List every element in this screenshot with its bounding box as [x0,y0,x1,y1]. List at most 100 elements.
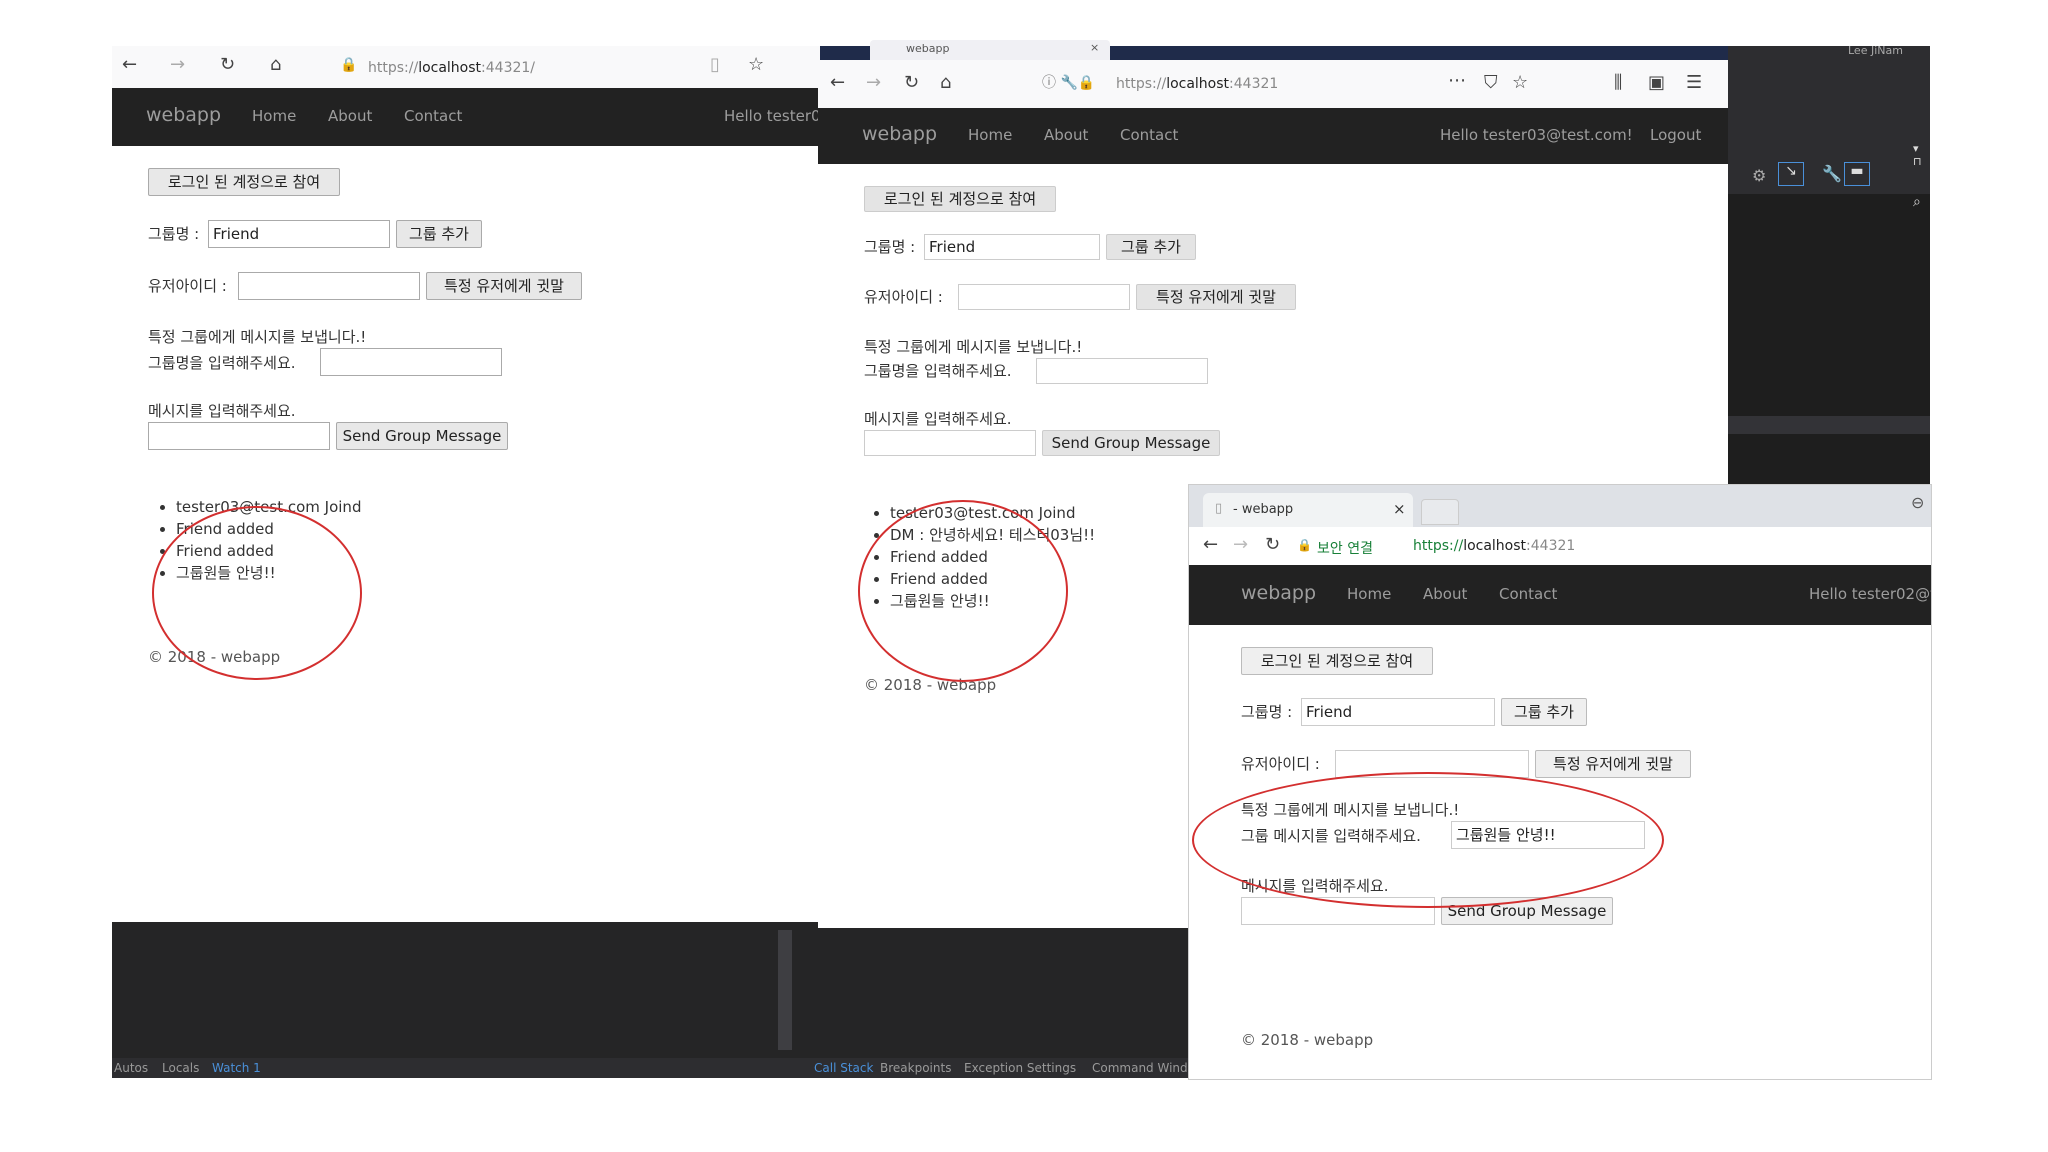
nav-contact[interactable]: Contact [404,107,462,125]
ide-tab-exception-settings[interactable]: Exception Settings [964,1061,1076,1075]
nav-contact[interactable]: Contact [1120,126,1178,144]
target-group-input[interactable]: 그룹원들 안녕!! [1451,821,1645,849]
nav-about[interactable]: About [1044,126,1088,144]
address-bar[interactable]: https://localhost:44321 [1116,76,1278,92]
bookmark-star-icon[interactable]: ☆ [1512,74,1528,92]
refresh-icon[interactable]: ↻ [220,56,235,74]
target-group-input[interactable] [320,348,502,376]
send-group-message-button[interactable]: Send Group Message [1441,897,1613,925]
site-info-icon[interactable]: ⓘ 🔧🔒 [1042,76,1095,90]
browser-tab[interactable]: webapp × [870,40,1110,60]
forward-icon[interactable]: → [1233,536,1248,554]
group-message-input[interactable] [1241,897,1435,925]
sidebar-icon[interactable]: ▣ [1648,74,1665,92]
message-prompt: 메시지를 입력해주세요. [148,402,296,420]
ide-tab-command-window[interactable]: Command Wind [1092,1061,1188,1075]
pin-icon[interactable]: ▾ ⊓ [1913,142,1930,168]
back-icon[interactable]: ← [1203,536,1218,554]
reading-view-icon[interactable]: ▯ [710,56,720,74]
search-icon[interactable]: ⌕ [1913,194,1921,210]
ide-tab-breakpoints[interactable]: Breakpoints [880,1061,951,1075]
whisper-button[interactable]: 특정 유저에게 귓말 [1136,284,1296,310]
group-name-prompt: 그룹명을 입력해주세요. [148,354,296,372]
list-item: DM : 안녕하세요! 테스터03님!! [890,524,1095,546]
target-group-input[interactable] [1036,358,1208,384]
browser-tab[interactable]: ▯ - webapp × [1203,493,1413,527]
ide-scrollbar[interactable] [778,930,792,1050]
ide-minus-icon[interactable]: ▬ [1844,162,1870,186]
send-group-message-button[interactable]: Send Group Message [1042,430,1220,456]
group-name-prompt: 그룹명을 입력해주세요. [864,362,1012,380]
group-send-intro: 특정 그룹에게 메시지를 보냅니다.! [1241,801,1460,819]
address-bar[interactable]: https://localhost:44321 [1413,538,1575,554]
forward-icon[interactable]: → [170,56,185,74]
group-message-prompt: 그룹 메시지를 입력해주세요. [1241,827,1421,845]
back-icon[interactable]: ← [830,74,845,92]
nav-contact[interactable]: Contact [1499,585,1557,603]
brand-link[interactable]: webapp [862,123,937,145]
whisper-button[interactable]: 특정 유저에게 귓말 [1535,750,1691,778]
ide-tab-call-stack[interactable]: Call Stack [814,1061,873,1075]
menu-icon[interactable]: ☰ [1686,74,1702,92]
brand-link[interactable]: webapp [1241,582,1316,604]
footer-text: © 2018 - webapp [864,676,997,694]
forward-icon[interactable]: → [866,74,881,92]
nav-home[interactable]: Home [1347,585,1391,603]
ide-side-toolbar: Lee JiNam ⚙ ↘ 🔧 ▬ ▾ ⊓ ⌕ [1728,44,1930,210]
nav-about[interactable]: About [1423,585,1467,603]
group-send-intro: 특정 그룹에게 메시지를 보냅니다.! [864,338,1083,356]
message-list: tester03@test.com Joind Friend added Fri… [156,496,361,584]
nav-home[interactable]: Home [252,107,296,125]
whisper-button[interactable]: 특정 유저에게 귓말 [426,272,582,300]
nav-home[interactable]: Home [968,126,1012,144]
join-group-button[interactable]: 로그인 된 계정으로 참여 [1241,647,1433,675]
join-group-button[interactable]: 로그인 된 계정으로 참여 [148,168,340,196]
group-message-input[interactable] [864,430,1036,456]
footer-text: © 2018 - webapp [148,648,281,666]
list-item: 그룹원들 안녕!! [176,562,361,584]
library-icon[interactable]: ⫼ [1614,74,1622,92]
settings-icon[interactable]: ⚙ [1752,166,1766,185]
home-icon[interactable]: ⌂ [940,74,951,92]
group-name-input[interactable]: Friend [208,220,390,248]
tab-strip: ▯ - webapp × ⊖ [1189,485,1931,527]
user-id-input[interactable] [238,272,420,300]
refresh-icon[interactable]: ↻ [904,74,919,92]
favorite-star-icon[interactable]: ☆ [748,56,764,74]
home-icon[interactable]: ⌂ [270,56,281,74]
user-greeting[interactable]: Hello tester02@t [1809,585,1931,603]
user-id-input[interactable] [1335,750,1529,778]
ide-tab-autos[interactable]: Autos [114,1061,148,1075]
brand-link[interactable]: webapp [146,104,221,126]
footer-text: © 2018 - webapp [1241,1031,1374,1049]
browser-window-tester02: ▯ - webapp × ⊖ ← → ↻ 🔒 보안 연결 https://loc… [1188,484,1932,1080]
add-group-button[interactable]: 그룹 추가 [1106,234,1196,260]
site-navbar: webapp Home About Contact Hello tester01 [112,88,820,146]
join-group-button[interactable]: 로그인 된 계정으로 참여 [864,186,1056,212]
wrench-icon[interactable]: 🔧 [1822,164,1842,183]
user-greeting[interactable]: Hello tester01 [724,107,820,125]
new-tab-button[interactable] [1421,499,1459,525]
profile-icon[interactable]: ⊖ [1911,493,1924,512]
user-id-input[interactable] [958,284,1130,310]
refresh-icon[interactable]: ↻ [1265,536,1280,554]
more-icon[interactable]: ⋯ [1448,72,1466,90]
close-tab-icon[interactable]: × [1090,41,1099,54]
user-greeting[interactable]: Hello tester03@test.com! [1440,126,1633,144]
pocket-icon[interactable]: ⛉ [1484,74,1498,92]
send-group-message-button[interactable]: Send Group Message [336,422,508,450]
browser-toolbar: ← → ↻ 🔒 보안 연결 https://localhost:44321 [1189,527,1931,566]
ide-tab-locals[interactable]: Locals [162,1061,199,1075]
close-tab-icon[interactable]: × [1393,500,1406,518]
group-name-input[interactable]: Friend [924,234,1100,260]
ide-tool-icon[interactable]: ↘ [1778,162,1804,186]
nav-about[interactable]: About [328,107,372,125]
address-bar[interactable]: https://localhost:44321/ [368,60,535,76]
group-name-input[interactable]: Friend [1301,698,1495,726]
back-icon[interactable]: ← [122,56,137,74]
add-group-button[interactable]: 그룹 추가 [1501,698,1587,726]
add-group-button[interactable]: 그룹 추가 [396,220,482,248]
ide-tab-watch[interactable]: Watch 1 [212,1061,261,1075]
logout-link[interactable]: Logout [1650,126,1701,144]
group-message-input[interactable] [148,422,330,450]
